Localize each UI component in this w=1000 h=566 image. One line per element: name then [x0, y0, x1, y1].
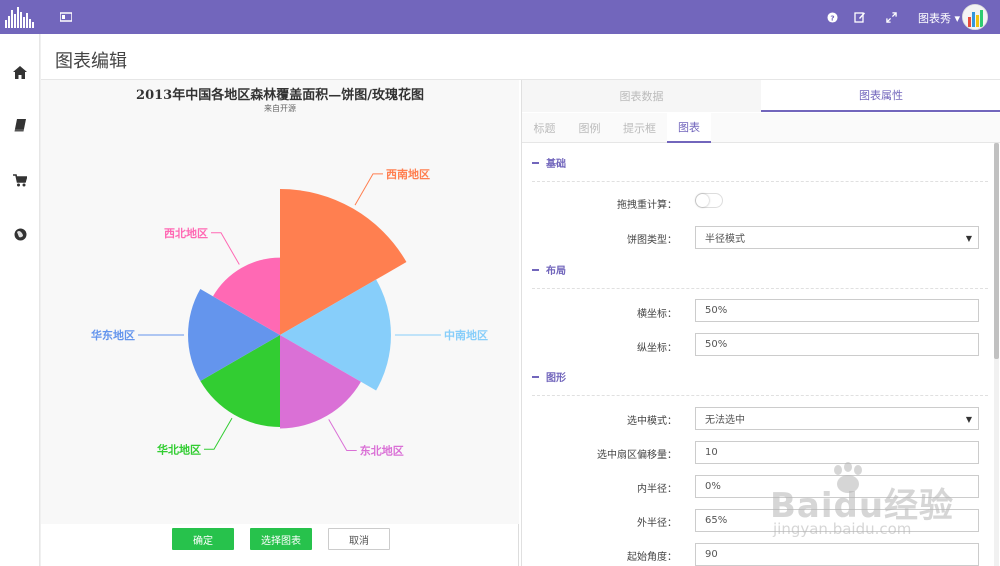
- caret-down-icon: ▼: [965, 234, 972, 243]
- center-x-label: 横坐标：: [637, 309, 677, 320]
- outer-radius-label: 外半径：: [637, 518, 677, 529]
- slice-label: 华东地区: [91, 328, 135, 342]
- divider: [532, 288, 988, 289]
- svg-text:?: ?: [830, 13, 834, 22]
- logo-icon[interactable]: [4, 4, 38, 30]
- slice-label: 华北地区: [157, 442, 201, 456]
- settings-scrollbar[interactable]: [994, 143, 999, 566]
- globe-icon: [14, 228, 26, 240]
- section-basic: 基础: [532, 155, 566, 170]
- tab-chart-properties[interactable]: 图表属性: [761, 80, 1000, 112]
- subtab-title[interactable]: 标题: [522, 113, 567, 143]
- edit-icon[interactable]: [853, 10, 867, 24]
- select-chart-button[interactable]: 选择图表: [250, 528, 312, 550]
- divider: [532, 181, 988, 182]
- drag-recalc-label: 拖拽重计算：: [617, 200, 677, 211]
- menu-toggle-icon[interactable]: [60, 11, 72, 23]
- slice-label: 中南地区: [444, 328, 488, 342]
- label-line: [328, 419, 357, 452]
- drag-recalc-toggle[interactable]: [695, 193, 723, 208]
- label-line: [204, 417, 233, 450]
- select-mode-label: 选中模式：: [627, 416, 677, 427]
- slice-label: 西南地区: [386, 167, 430, 181]
- chart-preview-panel: 2013年中国各地区森林覆盖面积—饼图/玫瑰花图 来自开源 西南地区 中南地区 东北…: [41, 80, 519, 566]
- book-icon: [14, 118, 26, 131]
- center-y-input[interactable]: 50%: [695, 333, 979, 356]
- rose-pie-chart: 西南地区中南地区东北地区 华北地区 华东地区 西北地区: [91, 167, 488, 458]
- sidebar-item-globe[interactable]: [10, 224, 30, 244]
- help-icon[interactable]: ?: [825, 10, 839, 24]
- center-y-label: 纵坐标：: [637, 343, 677, 354]
- section-shape: 图形: [532, 369, 566, 384]
- chart-canvas: 2013年中国各地区森林覆盖面积—饼图/玫瑰花图 来自开源 西南地区 中南地区 东北…: [41, 80, 519, 524]
- subtab-legend[interactable]: 图例: [567, 113, 612, 143]
- inner-radius-label: 内半径：: [637, 484, 677, 495]
- cart-icon: [13, 173, 27, 186]
- sub-tabs: 标题 图例 提示框 图表: [522, 113, 1000, 143]
- sidebar-item-book[interactable]: [10, 115, 30, 135]
- pie-type-label: 饼图类型：: [627, 235, 677, 246]
- user-menu[interactable]: 图表秀 ▾: [918, 10, 960, 26]
- home-icon: [13, 65, 27, 79]
- label-line: [211, 232, 240, 265]
- selected-offset-label: 选中扇区偏移量：: [597, 450, 677, 461]
- page-title: 图表编辑: [55, 51, 127, 72]
- start-angle-label: 起始角度：: [627, 552, 677, 563]
- slice-label: 西北地区: [164, 226, 208, 240]
- watermark-url: jingyan.baidu.com: [773, 520, 912, 538]
- top-bar: ? 图表秀 ▾: [0, 0, 1000, 34]
- divider: [532, 395, 988, 396]
- subtab-chart[interactable]: 图表: [667, 113, 711, 143]
- subtab-tooltip[interactable]: 提示框: [612, 113, 667, 143]
- confirm-button[interactable]: 确定: [172, 528, 234, 550]
- fullscreen-icon[interactable]: [884, 10, 898, 24]
- tab-chart-data[interactable]: 图表数据: [522, 80, 761, 112]
- label-line: [354, 173, 383, 206]
- sidebar: [0, 34, 40, 566]
- sidebar-item-cart[interactable]: [10, 170, 30, 190]
- selected-offset-input[interactable]: 10: [695, 441, 979, 464]
- slice-label: 东北地区: [360, 444, 404, 458]
- cancel-button[interactable]: 取消: [328, 528, 390, 550]
- select-mode-select[interactable]: 无法选中 ▼: [695, 407, 979, 430]
- sidebar-item-home[interactable]: [10, 62, 30, 82]
- center-x-input[interactable]: 50%: [695, 299, 979, 322]
- section-layout: 布局: [532, 262, 566, 277]
- avatar[interactable]: [962, 4, 988, 30]
- pie-type-select[interactable]: 半径模式 ▼: [695, 226, 979, 249]
- caret-down-icon: ▼: [965, 415, 972, 424]
- start-angle-input[interactable]: 90: [695, 543, 979, 566]
